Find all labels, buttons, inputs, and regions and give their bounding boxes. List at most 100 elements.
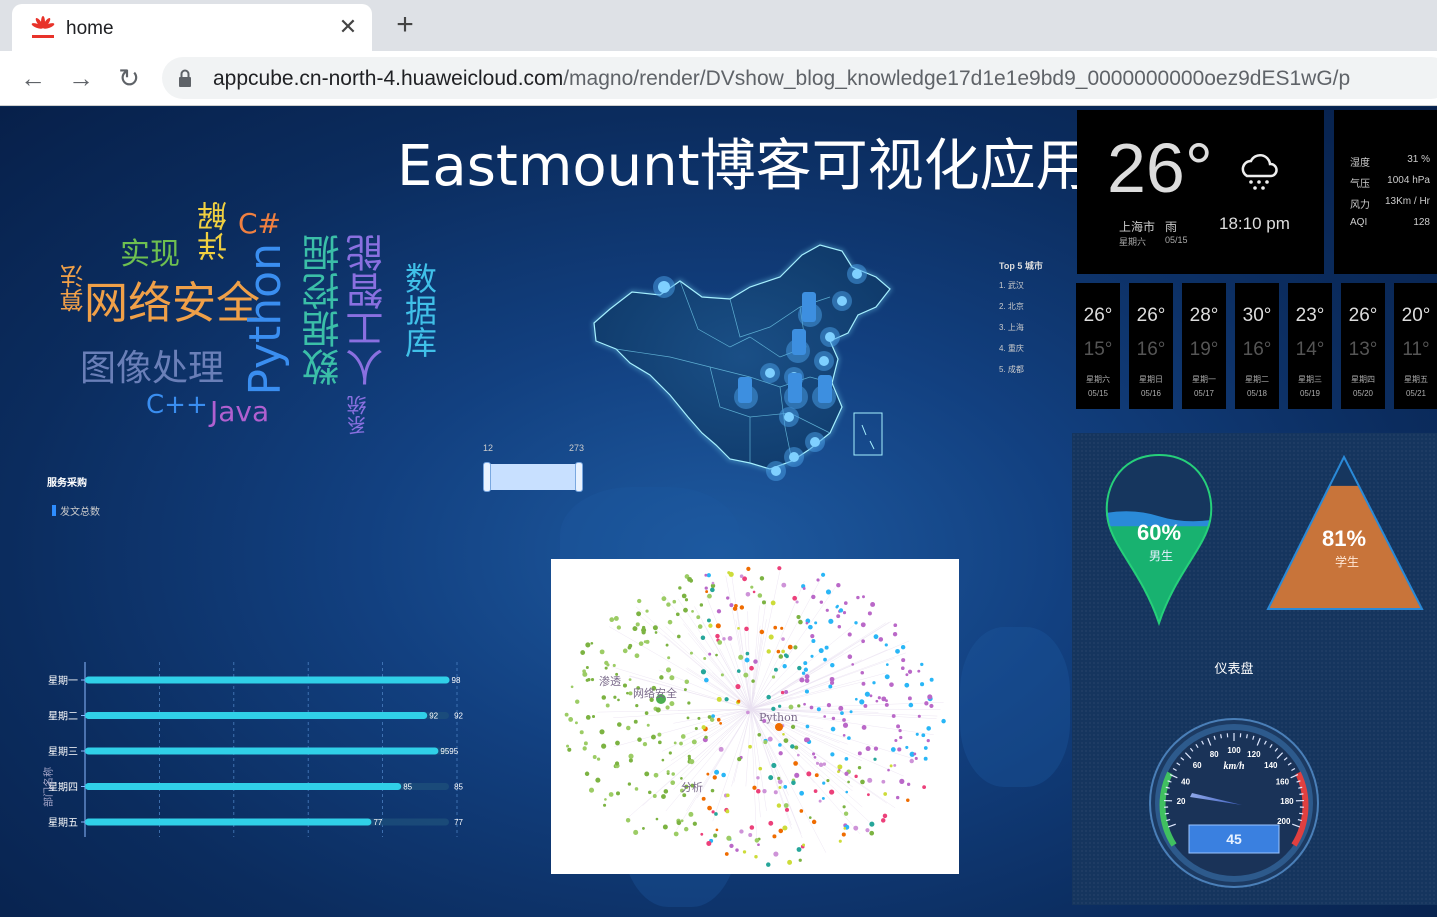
forecast-day: 28° 19° 星期一 05/17 [1182, 283, 1226, 409]
reload-icon[interactable]: ↻ [114, 63, 144, 93]
forecast-high: 20° [1401, 305, 1431, 326]
graph-node [748, 744, 752, 749]
graph-node [706, 573, 711, 578]
forward-icon[interactable]: → [66, 63, 96, 93]
graph-node [899, 735, 903, 740]
graph-node [628, 758, 633, 763]
graph-node [601, 743, 607, 749]
graph-node [780, 690, 785, 695]
browser-toolbar: ← → ↻ appcube.cn-north-4.huaweicloud.com… [0, 51, 1437, 106]
range-handle-min[interactable] [483, 462, 491, 492]
gauge-tick-label: 60 [1193, 761, 1202, 770]
graph-node [707, 593, 712, 599]
graph-node [843, 601, 848, 605]
word-cloud-item: 系统 [346, 395, 370, 435]
graph-node [771, 762, 777, 769]
rain-cloud-icon [1241, 154, 1278, 190]
graph-node [799, 809, 804, 813]
graph-node [648, 790, 652, 795]
graph-node [599, 729, 605, 735]
graph-node [843, 811, 849, 816]
bar-value-label: 9595 [440, 747, 458, 756]
graph-node [854, 697, 858, 701]
graph-node [643, 640, 647, 644]
graph-node [689, 578, 694, 583]
graph-node [842, 722, 849, 728]
address-bar[interactable]: appcube.cn-north-4.huaweicloud.com/magno… [162, 57, 1437, 99]
graph-node [892, 631, 898, 637]
graph-node [606, 663, 610, 667]
graph-node [805, 724, 810, 729]
graph-node [798, 619, 803, 625]
graph-node [684, 598, 689, 602]
graph-node [917, 669, 921, 673]
graph-node [683, 826, 689, 832]
range-handle-max[interactable] [575, 462, 583, 492]
graph-node [700, 669, 707, 675]
bar-right-label: 77 [454, 818, 463, 827]
graph-node [704, 735, 708, 740]
graph-node [766, 862, 771, 867]
graph-node [708, 623, 713, 628]
graph-node [813, 755, 817, 759]
graph-node [831, 716, 836, 721]
graph-node [635, 622, 640, 627]
graph-node [748, 833, 753, 837]
graph-node [881, 779, 886, 784]
forecast-date: 05/15 [1087, 389, 1109, 398]
graph-node [729, 603, 734, 608]
graph-node [814, 621, 818, 625]
graph-node [738, 654, 744, 660]
gauge-tick-label: 120 [1247, 750, 1261, 759]
graph-node [712, 775, 717, 780]
graph-node [929, 703, 934, 709]
graph-node [861, 639, 865, 644]
weather-details: 湿度 31 % 气压 1004 hPa 风力 13Km / Hr AQI 128 [1334, 110, 1437, 274]
graph-node [773, 790, 778, 795]
graph-node [941, 718, 946, 724]
graph-node [811, 594, 816, 600]
graph-node [796, 847, 802, 852]
graph-node [687, 701, 691, 705]
graph-node [878, 637, 884, 642]
graph-node [745, 651, 750, 656]
forecast-low: 15° [1083, 339, 1113, 360]
browser-tab[interactable]: home ✕ [12, 4, 372, 51]
graph-node [752, 785, 757, 790]
word-cloud-item: 详解 [198, 201, 233, 261]
graph-node [704, 573, 708, 577]
graph-node [873, 757, 877, 761]
graph-node [641, 630, 646, 635]
gauge-tick-label: 100 [1227, 746, 1241, 755]
graph-node [783, 784, 788, 789]
graph-node [840, 711, 844, 715]
range-bar[interactable] [484, 464, 582, 490]
graph-node [716, 717, 721, 722]
graph-node [904, 682, 910, 688]
graph-node [713, 833, 718, 838]
graph-node [584, 771, 590, 777]
graph-node [830, 726, 836, 732]
back-icon[interactable]: ← [18, 63, 48, 93]
graph-node [909, 758, 914, 764]
graph-node [818, 762, 824, 767]
new-tab-icon[interactable]: + [390, 10, 420, 40]
map-backdrop-shape [960, 627, 1070, 787]
graph-node [778, 743, 782, 747]
graph-node [830, 752, 835, 757]
graph-node [804, 674, 810, 679]
graph-node [705, 590, 709, 593]
graph-node [920, 662, 924, 667]
top5-item: 1. 武汉 [999, 281, 1024, 290]
graph-edge [750, 580, 805, 710]
graph-node [700, 635, 706, 640]
graph-node [845, 790, 849, 794]
legend-label: 发文总数 [60, 507, 100, 518]
tab-close-icon[interactable]: ✕ [335, 14, 361, 40]
graph-node [847, 654, 853, 660]
graph-node [895, 648, 900, 654]
url-text: appcube.cn-north-4.huaweicloud.com/magno… [213, 67, 1350, 91]
graph-node [900, 644, 906, 650]
graph-node [777, 776, 781, 781]
graph-node [821, 796, 825, 800]
